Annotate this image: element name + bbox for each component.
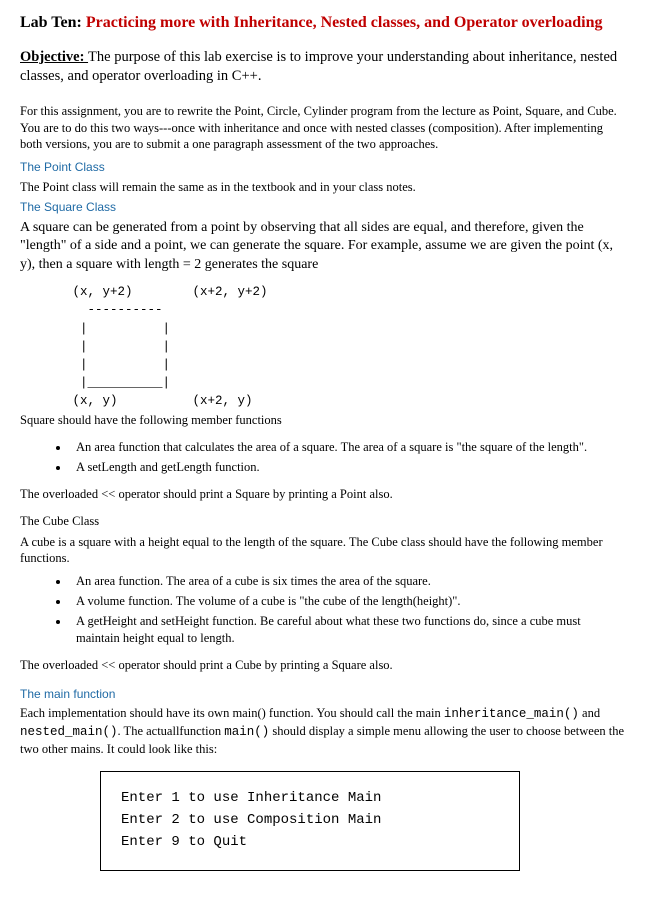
list-item: A volume function. The volume of a cube … (70, 593, 627, 610)
list-item: An area function. The area of a cube is … (70, 573, 627, 590)
point-class-body: The Point class will remain the same as … (20, 179, 627, 196)
square-overload-note: The overloaded << operator should print … (20, 486, 627, 503)
square-functions-intro: Square should have the following member … (20, 412, 627, 429)
cube-overload-note: The overloaded << operator should print … (20, 657, 627, 674)
square-ascii-diagram: (x, y+2) (x+2, y+2) ---------- | | | | |… (20, 283, 627, 410)
square-class-heading: The Square Class (20, 199, 627, 215)
list-item: A getHeight and setHeight function. Be c… (70, 613, 627, 647)
menu-line: Enter 1 to use Inheritance Main (121, 788, 499, 810)
code-inheritance-main: inheritance_main() (444, 707, 579, 721)
code-main: main() (224, 725, 269, 739)
menu-line: Enter 9 to Quit (121, 832, 499, 854)
square-class-intro: A square can be generated from a point b… (20, 219, 627, 276)
main-function-paragraph: Each implementation should have its own … (20, 705, 627, 758)
menu-example-box: Enter 1 to use Inheritance Main Enter 2 … (100, 771, 520, 870)
code-nested-main: nested_main() (20, 725, 118, 739)
cube-bullets: An area function. The area of a cube is … (70, 573, 627, 647)
cube-class-heading: The Cube Class (20, 513, 627, 530)
main-para-mid1: and (579, 706, 600, 720)
lab-subtitle: Practicing more with Inheritance, Nested… (86, 14, 603, 31)
assignment-paragraph: For this assignment, you are to rewrite … (20, 103, 627, 154)
main-function-heading: The main function (20, 686, 627, 702)
menu-line: Enter 2 to use Composition Main (121, 810, 499, 832)
main-para-mid2: . The actuallfunction (118, 724, 225, 738)
point-class-heading: The Point Class (20, 159, 627, 175)
square-bullets: An area function that calculates the are… (70, 439, 627, 476)
objective-text: The purpose of this lab exercise is to i… (20, 49, 617, 85)
objective-label: Objective: (20, 49, 88, 65)
main-para-prefix: Each implementation should have its own … (20, 706, 444, 720)
objective-paragraph: Objective: The purpose of this lab exerc… (20, 48, 627, 87)
list-item: A setLength and getLength function. (70, 459, 627, 476)
lab-number: Lab Ten: (20, 14, 86, 31)
lab-title: Lab Ten: Practicing more with Inheritanc… (20, 12, 627, 34)
cube-class-intro: A cube is a square with a height equal t… (20, 534, 627, 568)
list-item: An area function that calculates the are… (70, 439, 627, 456)
